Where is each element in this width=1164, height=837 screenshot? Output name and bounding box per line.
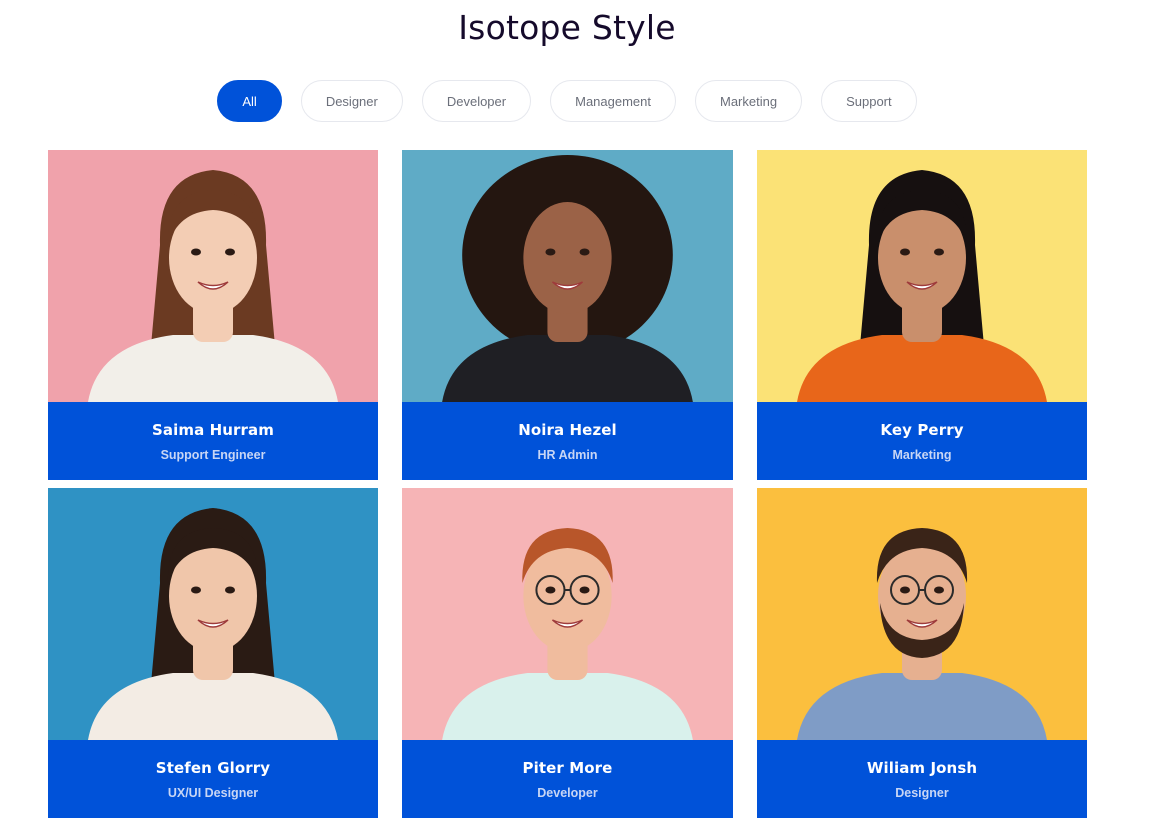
team-card[interactable]: Key Perry Marketing: [757, 150, 1087, 480]
portrait-illustration: [402, 150, 733, 402]
filter-management-button[interactable]: Management: [550, 80, 676, 122]
member-photo: [402, 488, 733, 740]
portrait-illustration: [48, 488, 378, 740]
member-info: Saima Hurram Support Engineer: [48, 402, 378, 480]
filter-marketing-button[interactable]: Marketing: [695, 80, 803, 122]
team-card[interactable]: Noira Hezel HR Admin: [402, 150, 733, 480]
member-info: Noira Hezel HR Admin: [402, 402, 733, 480]
team-card[interactable]: Wiliam Jonsh Designer: [757, 488, 1087, 818]
member-photo: [48, 488, 378, 740]
filter-all-button[interactable]: All: [217, 80, 282, 122]
filter-developer-button[interactable]: Developer: [421, 80, 532, 122]
member-photo: [757, 488, 1087, 740]
member-photo: [402, 150, 733, 402]
member-role: HR Admin: [537, 448, 598, 462]
team-card[interactable]: Stefen Glorry UX/UI Designer: [48, 488, 378, 818]
member-role: Support Engineer: [160, 448, 266, 462]
portrait-illustration: [402, 488, 733, 740]
portrait-illustration: [757, 488, 1087, 740]
member-role: Developer: [537, 786, 598, 800]
member-name: Key Perry: [880, 421, 964, 439]
portrait-illustration: [48, 150, 378, 402]
member-role: Marketing: [892, 448, 952, 462]
member-photo: [48, 150, 378, 402]
member-info: Key Perry Marketing: [757, 402, 1087, 480]
team-grid: Saima Hurram Support Engineer Noira Heze…: [48, 150, 1087, 818]
member-name: Piter More: [522, 759, 613, 777]
filter-bar: All Designer Developer Management Market…: [0, 80, 1134, 122]
filter-designer-button[interactable]: Designer: [300, 80, 403, 122]
team-page: Isotope Style All Designer Developer Man…: [0, 0, 1164, 837]
member-name: Wiliam Jonsh: [866, 759, 978, 777]
member-name: Noira Hezel: [518, 421, 617, 439]
team-card[interactable]: Piter More Developer: [402, 488, 733, 818]
member-photo: [757, 150, 1087, 402]
member-role: UX/UI Designer: [167, 786, 259, 800]
member-info: Stefen Glorry UX/UI Designer: [48, 740, 378, 818]
member-role: Designer: [895, 786, 949, 800]
member-name: Saima Hurram: [151, 421, 275, 439]
member-info: Wiliam Jonsh Designer: [757, 740, 1087, 818]
filter-support-button[interactable]: Support: [821, 80, 917, 122]
team-card[interactable]: Saima Hurram Support Engineer: [48, 150, 378, 480]
member-name: Stefen Glorry: [155, 759, 271, 777]
portrait-illustration: [757, 150, 1087, 402]
member-info: Piter More Developer: [402, 740, 733, 818]
page-title: Isotope Style: [458, 8, 676, 47]
